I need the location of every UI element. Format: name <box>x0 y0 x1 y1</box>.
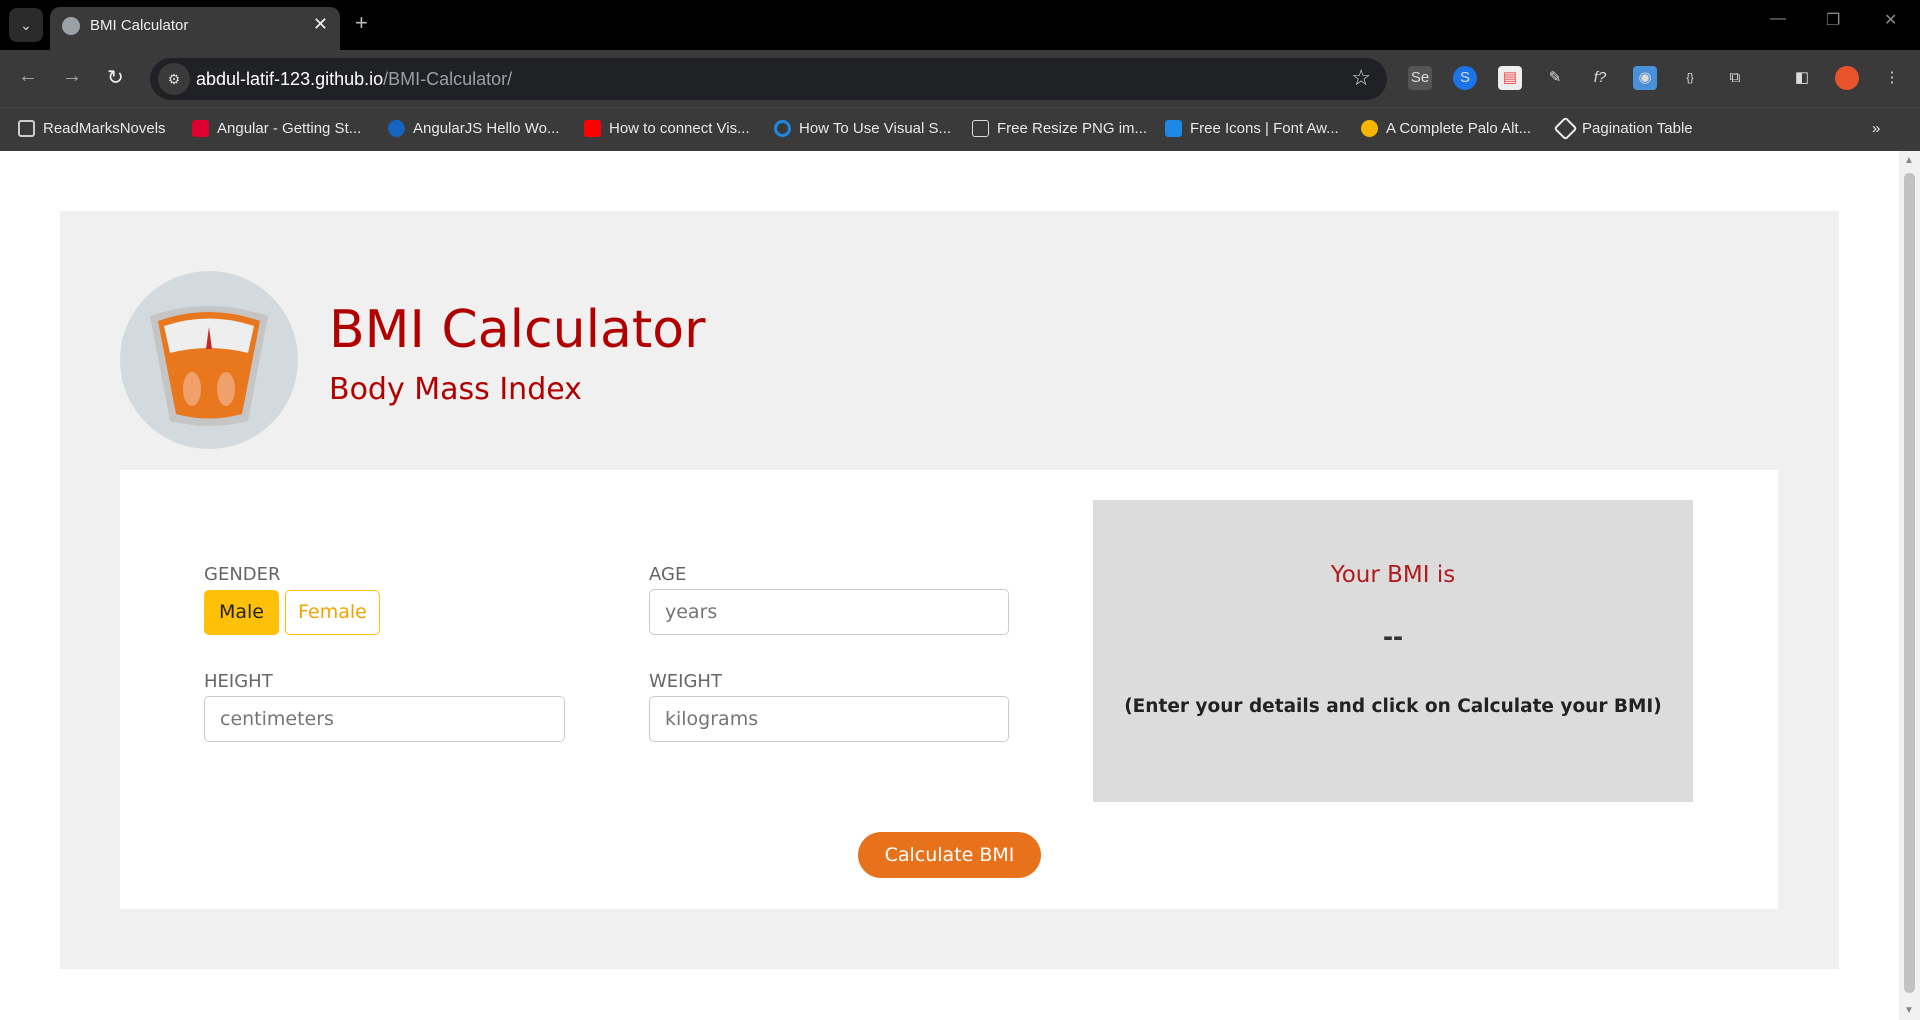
menu-icon[interactable]: ⋮ <box>1880 66 1904 90</box>
restore-button[interactable]: ❐ <box>1826 10 1840 30</box>
weight-label: WEIGHT <box>649 671 722 692</box>
json-extension-icon[interactable]: {} <box>1678 66 1702 90</box>
page-title: BMI Calculator <box>329 300 706 360</box>
screenshot-extension-icon[interactable]: ◉ <box>1633 66 1657 90</box>
angularjs-icon <box>388 120 405 137</box>
male-button[interactable]: Male <box>204 590 279 635</box>
address-bar[interactable]: ⚙ abdul-latif-123.github.io/BMI-Calculat… <box>150 58 1387 100</box>
flag-icon <box>1165 120 1182 137</box>
weight-input[interactable] <box>649 696 1009 742</box>
bookmark-item[interactable]: How to connect Vis... <box>584 120 750 137</box>
url-text[interactable]: abdul-latif-123.github.io/BMI-Calculator… <box>196 69 512 90</box>
browser-tab[interactable]: BMI Calculator ✕ <box>50 7 340 50</box>
bookmark-item[interactable]: How To Use Visual S... <box>774 120 951 137</box>
bookmark-item[interactable]: Angular - Getting St... <box>192 120 361 137</box>
codepen-icon <box>1553 116 1578 141</box>
age-label: AGE <box>649 564 687 585</box>
color-picker-icon[interactable]: ✎ <box>1543 66 1567 90</box>
bookmark-item[interactable]: Free Icons | Font Aw... <box>1165 120 1339 137</box>
reload-icon[interactable]: ↻ <box>107 65 124 90</box>
close-tab-icon[interactable]: ✕ <box>313 14 328 35</box>
page-scrollbar[interactable]: ▲ ▼ <box>1899 151 1920 1020</box>
ps-icon <box>972 120 989 137</box>
selenium-extension-icon[interactable]: Se <box>1408 66 1432 90</box>
bookmarks-bar: ReadMarksNovels Angular - Getting St... … <box>0 107 1920 151</box>
tab-title: BMI Calculator <box>90 17 189 34</box>
tab-search-button[interactable]: ⌄ <box>9 8 43 42</box>
notes-extension-icon[interactable]: ▤ <box>1498 66 1522 90</box>
bookmark-item[interactable]: A Complete Palo Alt... <box>1361 120 1531 137</box>
forward-icon[interactable]: → <box>62 65 82 88</box>
height-input[interactable] <box>204 696 565 742</box>
age-input[interactable] <box>649 589 1009 635</box>
new-tab-button[interactable]: + <box>355 10 368 36</box>
bookmark-item[interactable]: AngularJS Hello Wo... <box>388 120 559 137</box>
extensions-icon[interactable]: ⧉ <box>1723 66 1747 90</box>
angular-icon <box>192 120 209 137</box>
youtube-icon <box>584 120 601 137</box>
bmi-value: -- <box>1383 620 1403 653</box>
more-bookmarks-icon[interactable]: » <box>1872 120 1880 137</box>
bookmark-item[interactable]: Free Resize PNG im... <box>972 120 1147 137</box>
palo-alto-icon <box>1361 120 1378 137</box>
folder-icon <box>18 120 35 137</box>
minimize-button[interactable]: — <box>1770 10 1786 28</box>
result-message: (Enter your details and click on Calcula… <box>1124 696 1662 717</box>
close-window-button[interactable]: ✕ <box>1884 10 1897 30</box>
font-extension-icon[interactable]: f? <box>1588 66 1612 90</box>
profile-avatar[interactable] <box>1835 66 1859 90</box>
bookmark-item[interactable]: Pagination Table <box>1553 116 1693 141</box>
gender-label: GENDER <box>204 564 281 585</box>
page-subtitle: Body Mass Index <box>329 372 582 407</box>
result-panel: Your BMI is -- (Enter your details and c… <box>1093 500 1693 802</box>
bookmark-item[interactable]: ReadMarksNovels <box>18 120 166 137</box>
shazam-extension-icon[interactable]: S <box>1453 66 1477 90</box>
result-heading: Your BMI is <box>1330 562 1456 588</box>
height-label: HEIGHT <box>204 671 273 692</box>
site-icon <box>774 120 791 137</box>
globe-icon <box>62 17 80 35</box>
scale-logo-icon <box>120 271 298 449</box>
back-icon[interactable]: ← <box>18 65 38 88</box>
bookmark-star-icon[interactable]: ☆ <box>1351 65 1371 91</box>
site-info-icon[interactable]: ⚙ <box>158 63 190 95</box>
side-panel-icon[interactable]: ◧ <box>1790 66 1814 90</box>
calculate-bmi-button[interactable]: Calculate BMI <box>858 832 1041 878</box>
female-button[interactable]: Female <box>285 590 380 635</box>
